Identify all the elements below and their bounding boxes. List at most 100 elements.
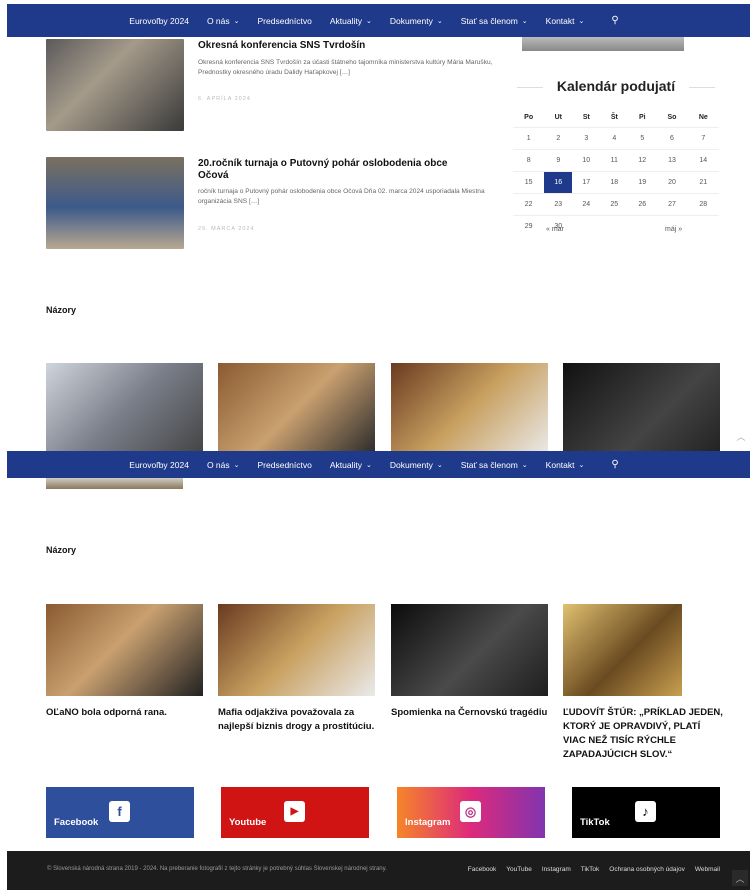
calendar-day-header: Ne: [698, 114, 708, 121]
chevron-down-icon: ⌄: [521, 17, 528, 25]
scroll-to-top-icon[interactable]: ︿: [733, 428, 749, 444]
calendar-day[interactable]: 25: [600, 193, 629, 216]
calendar-day[interactable]: 6: [656, 127, 688, 150]
calendar-day[interactable]: 22: [513, 193, 545, 216]
nav-item-stat-sa-clenom[interactable]: Stať sa členom ⌄: [452, 460, 537, 470]
calendar-prev-link[interactable]: « mar: [546, 226, 564, 233]
calendar-day[interactable]: 27: [656, 193, 688, 216]
nav-item-eurovolby[interactable]: Eurovoľby 2024: [120, 16, 198, 26]
instagram-icon: ◎: [460, 801, 481, 822]
post-thumbnail[interactable]: [46, 39, 184, 131]
tiktok-button[interactable]: ♪ TikTok: [572, 787, 720, 838]
opinion-title[interactable]: ĽUDOVÍT ŠTÚR: „PRÍKLAD JEDEN, KTORÝ JE O…: [563, 706, 723, 762]
opinion-thumbnail[interactable]: [391, 363, 548, 455]
calendar-day[interactable]: 7: [687, 127, 719, 150]
calendar-day-header: St: [582, 114, 590, 121]
opinion-thumbnail[interactable]: [218, 604, 375, 696]
post-title[interactable]: 20.ročník turnaja o Putovný pohár oslobo…: [198, 158, 458, 182]
footer-link-instagram[interactable]: Instagram: [542, 866, 571, 873]
post-thumbnail[interactable]: [46, 157, 184, 249]
sticky-navbar: Eurovoľby 2024 O nás ⌄ Predsedníctvo Aktu…: [7, 451, 750, 478]
calendar-day[interactable]: 10: [572, 149, 601, 172]
nav-item-predsednictvo[interactable]: Predsedníctvo: [249, 460, 321, 470]
footer-links: Facebook YouTube Instagram TikTok Ochran…: [468, 866, 720, 873]
chevron-down-icon: ⌄: [233, 461, 240, 469]
footer-link-privacy[interactable]: Ochrana osobných údajov: [609, 866, 685, 873]
calendar-day[interactable]: 12: [628, 149, 657, 172]
calendar-day: [687, 215, 719, 237]
cropped-image: [46, 478, 183, 489]
youtube-icon: ▶: [284, 801, 305, 822]
calendar-day[interactable]: 21: [687, 171, 719, 194]
calendar-day[interactable]: 8: [513, 149, 545, 172]
calendar-day[interactable]: 3: [572, 127, 601, 150]
calendar-table: Po Ut St Št Pi So Ne 1 2 3 4 5 6 7 8 9 10 11 12 13 14 15 16 17…: [513, 108, 719, 237]
footer-link-facebook[interactable]: Facebook: [468, 866, 497, 873]
main-navbar: Eurovoľby 2024 O nás ⌄ Predsedníctvo Aktu…: [7, 4, 750, 37]
opinion-title[interactable]: OĽaNO bola odporná rana.: [46, 706, 204, 720]
nav-item-stat-sa-clenom[interactable]: Stať sa členom ⌄: [452, 16, 537, 26]
calendar-day[interactable]: 11: [600, 149, 629, 172]
scroll-to-top-icon[interactable]: ︿: [732, 870, 748, 886]
opinion-thumbnail[interactable]: [46, 363, 203, 455]
opinion-thumbnail[interactable]: [563, 363, 720, 455]
chevron-down-icon: ⌄: [578, 17, 585, 25]
calendar-day[interactable]: 18: [600, 171, 629, 194]
calendar-day[interactable]: 16: [544, 171, 573, 194]
section-title-opinions: Názory: [46, 305, 77, 315]
nav-item-dokumenty[interactable]: Dokumenty ⌄: [381, 460, 452, 470]
calendar-day[interactable]: 13: [656, 149, 688, 172]
opinion-title[interactable]: Spomienka na Černovskú tragédiu: [391, 706, 549, 720]
opinion-title[interactable]: Mafia odjakživa považovala za najlepší b…: [218, 706, 376, 734]
search-icon[interactable]: ⚲: [593, 15, 636, 26]
nav-item-o-nas[interactable]: O nás ⌄: [198, 16, 249, 26]
nav-item-eurovolby[interactable]: Eurovoľby 2024: [120, 460, 198, 470]
calendar-day: [600, 215, 629, 237]
nav-item-aktuality[interactable]: Aktuality ⌄: [321, 460, 381, 470]
youtube-button[interactable]: ▶ Youtube: [221, 787, 369, 838]
section-title-opinions: Názory: [46, 545, 77, 555]
calendar-day[interactable]: 5: [628, 127, 657, 150]
calendar-day[interactable]: 9: [544, 149, 573, 172]
post-date: 29. MARCA 2024: [198, 226, 255, 232]
post-item: Okresná konferencia SNS Tvrdošín Okresná…: [46, 38, 506, 138]
calendar-day: [572, 215, 601, 237]
nav-item-kontakt[interactable]: Kontakt ⌄: [537, 460, 594, 470]
calendar-day[interactable]: 2: [544, 127, 573, 150]
calendar-day[interactable]: 4: [600, 127, 629, 150]
chevron-down-icon: ⌄: [233, 17, 240, 25]
opinion-thumbnail[interactable]: [563, 604, 682, 696]
facebook-button[interactable]: f Facebook: [46, 787, 194, 838]
opinion-thumbnail[interactable]: [218, 363, 375, 455]
footer-link-youtube[interactable]: YouTube: [506, 866, 532, 873]
sidebar-image: [522, 37, 684, 51]
calendar-day[interactable]: 15: [513, 171, 545, 194]
chevron-down-icon: ⌄: [436, 17, 443, 25]
calendar-day[interactable]: 14: [687, 149, 719, 172]
nav-item-predsednictvo[interactable]: Predsedníctvo: [249, 16, 321, 26]
search-icon[interactable]: ⚲: [593, 459, 636, 470]
calendar-day[interactable]: 19: [628, 171, 657, 194]
calendar-day[interactable]: 28: [687, 193, 719, 216]
nav-item-dokumenty[interactable]: Dokumenty ⌄: [381, 16, 452, 26]
footer-link-webmail[interactable]: Webmail: [695, 866, 720, 873]
calendar-day[interactable]: 23: [544, 193, 573, 216]
post-item: 20.ročník turnaja o Putovný pohár oslobo…: [46, 157, 506, 257]
instagram-button[interactable]: ◎ Instagram: [397, 787, 545, 838]
post-excerpt: Okresná konferencia SNS Tvrdošín za účas…: [198, 59, 493, 76]
footer-link-tiktok[interactable]: TikTok: [581, 866, 600, 873]
calendar-day[interactable]: 26: [628, 193, 657, 216]
calendar-day[interactable]: 20: [656, 171, 688, 194]
post-title[interactable]: Okresná konferencia SNS Tvrdošín: [198, 40, 365, 52]
nav-item-o-nas[interactable]: O nás ⌄: [198, 460, 249, 470]
calendar-day[interactable]: 29: [513, 215, 545, 237]
calendar-day[interactable]: 1: [513, 127, 545, 150]
chevron-down-icon: ⌄: [365, 461, 372, 469]
opinion-thumbnail[interactable]: [46, 604, 203, 696]
calendar-day[interactable]: 17: [572, 171, 601, 194]
calendar-next-link[interactable]: máj »: [665, 226, 682, 233]
opinion-thumbnail[interactable]: [391, 604, 548, 696]
nav-item-kontakt[interactable]: Kontakt ⌄: [537, 16, 594, 26]
nav-item-aktuality[interactable]: Aktuality ⌄: [321, 16, 381, 26]
calendar-day[interactable]: 24: [572, 193, 601, 216]
